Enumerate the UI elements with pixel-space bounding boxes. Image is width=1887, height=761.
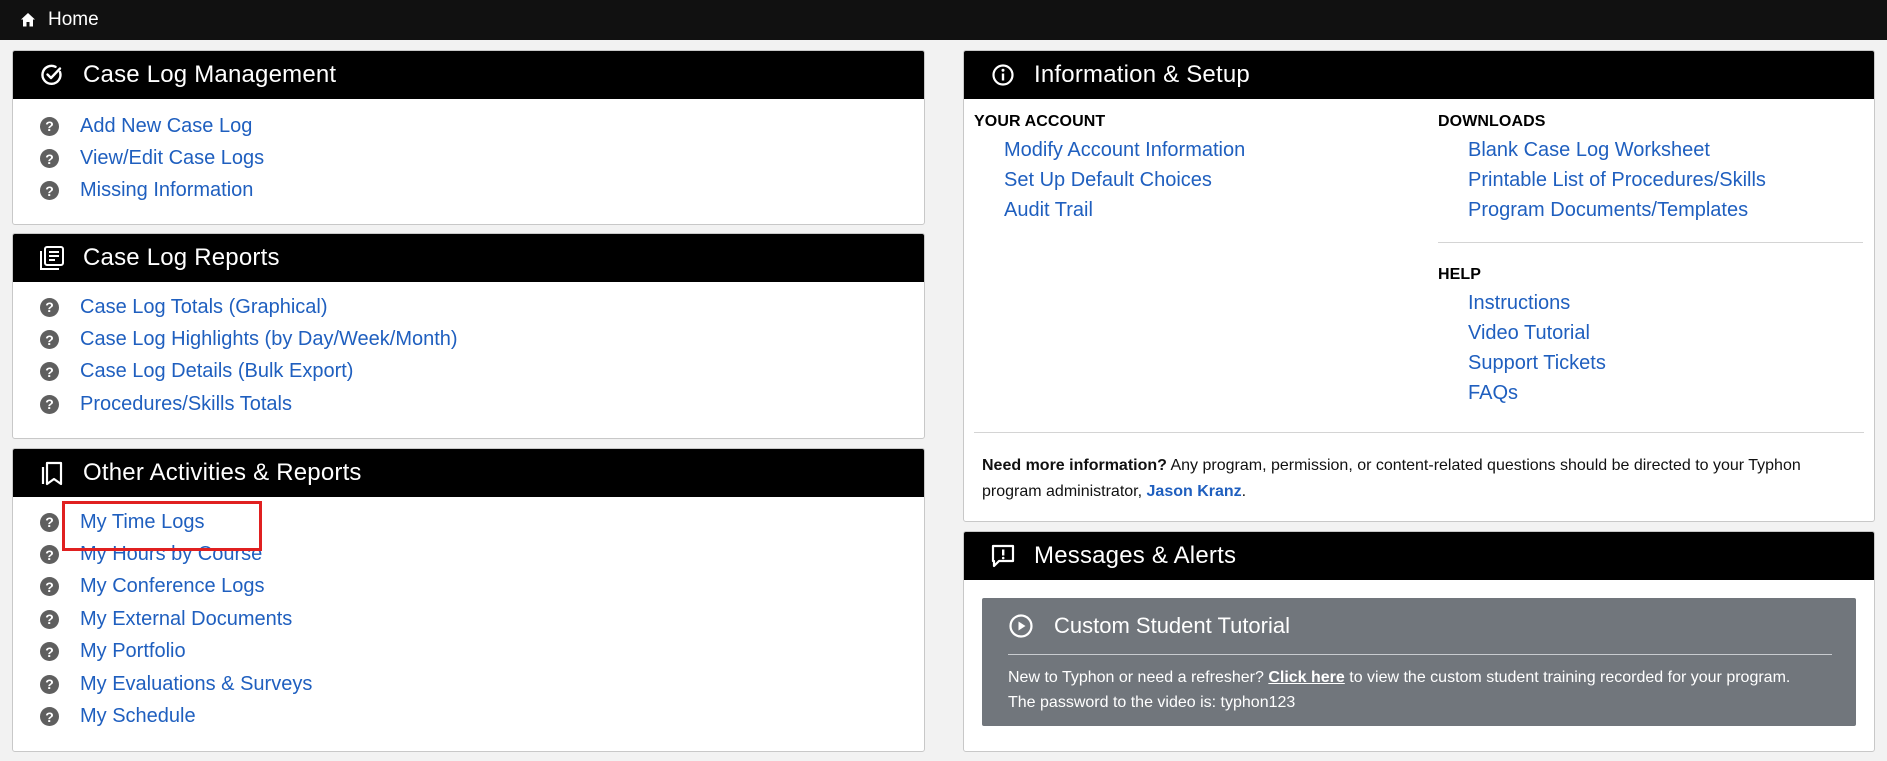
procedures-skills-totals-link[interactable]: Procedures/Skills Totals — [80, 393, 292, 416]
report-list-icon — [39, 245, 65, 271]
need-more-info-note: Need more information? Any program, perm… — [982, 453, 1862, 505]
list-item: ? My Conference Logs — [13, 571, 924, 603]
help-icon[interactable]: ? — [40, 181, 59, 201]
messages-alerts-header: Messages & Alerts — [964, 532, 1874, 580]
set-up-default-choices-link[interactable]: Set Up Default Choices — [1004, 165, 1245, 195]
case-log-management-list: ? Add New Case Log ? View/Edit Case Logs ?… — [13, 110, 924, 207]
case-log-reports-panel: Case Log Reports ? Case Log Totals (Graph… — [12, 233, 925, 439]
chat-alert-icon — [990, 543, 1016, 569]
card-title: Custom Student Tutorial — [1054, 613, 1291, 638]
messages-alerts-panel: Messages & Alerts Custom Student Tutoria… — [963, 531, 1875, 752]
case-log-management-panel: Case Log Management ? Add New Case Log ? V… — [12, 50, 925, 225]
play-circle-icon[interactable] — [1008, 613, 1034, 639]
audit-trail-link[interactable]: Audit Trail — [1004, 195, 1245, 225]
my-conference-logs-link[interactable]: My Conference Logs — [80, 575, 265, 598]
support-tickets-link[interactable]: Support Tickets — [1468, 348, 1606, 378]
video-password-text: The password to the video is: typhon123 — [1008, 694, 1296, 711]
help-icon[interactable]: ? — [40, 642, 59, 662]
help-label: HELP — [1438, 266, 1482, 283]
bookmarks-icon — [39, 460, 65, 486]
program-documents-templates-link[interactable]: Program Documents/Templates — [1468, 195, 1766, 225]
list-item: ? My Schedule — [13, 700, 924, 732]
divider — [974, 432, 1864, 433]
panel-title: Case Log Management — [83, 61, 337, 88]
information-setup-header: Information & Setup — [964, 51, 1874, 99]
modify-account-information-link[interactable]: Modify Account Information — [1004, 135, 1245, 165]
help-icon[interactable]: ? — [40, 512, 59, 532]
selection-highlight — [62, 501, 262, 551]
other-activities-header: Other Activities & Reports — [13, 449, 924, 497]
case-log-totals-link[interactable]: Case Log Totals (Graphical) — [80, 296, 328, 319]
list-item: ? View/Edit Case Logs — [13, 142, 924, 174]
info-circle-icon — [990, 62, 1016, 88]
note-text: . — [1241, 483, 1247, 500]
panel-title: Messages & Alerts — [1034, 542, 1237, 569]
custom-student-tutorial-card: Custom Student Tutorial New to Typhon or… — [982, 598, 1856, 726]
case-log-reports-header: Case Log Reports — [13, 234, 924, 282]
downloads-label: DOWNLOADS — [1438, 113, 1546, 130]
help-icon[interactable]: ? — [40, 577, 59, 597]
note-text: Any program, permission, or content-rela… — [1166, 457, 1801, 474]
help-icon[interactable]: ? — [40, 545, 59, 565]
help-icon[interactable]: ? — [40, 362, 59, 382]
help-icon[interactable]: ? — [40, 297, 59, 317]
panel-title: Information & Setup — [1034, 61, 1250, 88]
your-account-section: YOUR ACCOUNT Modify Account Information … — [974, 113, 1245, 225]
case-log-details-link[interactable]: Case Log Details (Bulk Export) — [80, 360, 353, 383]
printable-procedures-skills-link[interactable]: Printable List of Procedures/Skills — [1468, 165, 1766, 195]
help-icon[interactable]: ? — [40, 394, 59, 414]
list-item: ? Case Log Highlights (by Day/Week/Month) — [13, 323, 924, 355]
information-setup-panel: Information & Setup YOUR ACCOUNT Modify … — [963, 50, 1875, 522]
list-item: ? Add New Case Log — [13, 110, 924, 142]
case-log-management-header: Case Log Management — [13, 51, 924, 99]
list-item: ? My Evaluations & Surveys — [13, 668, 924, 700]
faqs-link[interactable]: FAQs — [1468, 378, 1606, 408]
help-icon[interactable]: ? — [40, 609, 59, 629]
top-nav-bar: Home — [0, 0, 1887, 40]
home-link[interactable]: Home — [48, 9, 99, 31]
view-edit-case-logs-link[interactable]: View/Edit Case Logs — [80, 147, 264, 170]
add-new-case-log-link[interactable]: Add New Case Log — [80, 115, 252, 138]
other-activities-panel: Other Activities & Reports ? My Time Logs… — [12, 448, 925, 752]
panel-title: Case Log Reports — [83, 244, 280, 271]
note-heading: Need more information? — [982, 457, 1167, 474]
click-here-link[interactable]: Click here — [1268, 669, 1344, 686]
missing-information-link[interactable]: Missing Information — [80, 179, 253, 202]
case-log-reports-list: ? Case Log Totals (Graphical) ? Case Log H… — [13, 291, 924, 421]
panel-title: Other Activities & Reports — [83, 459, 362, 486]
blank-case-log-worksheet-link[interactable]: Blank Case Log Worksheet — [1468, 135, 1766, 165]
downloads-section: DOWNLOADS Blank Case Log Worksheet Print… — [1438, 113, 1766, 225]
help-icon[interactable]: ? — [40, 674, 59, 694]
your-account-label: YOUR ACCOUNT — [974, 113, 1106, 130]
video-tutorial-link[interactable]: Video Tutorial — [1468, 318, 1606, 348]
help-section: HELP Instructions Video Tutorial Support… — [1438, 266, 1606, 408]
list-item: ? Case Log Totals (Graphical) — [13, 291, 924, 323]
administrator-link[interactable]: Jason Kranz — [1147, 483, 1242, 500]
card-body: New to Typhon or need a refresher? Click… — [982, 655, 1856, 715]
list-item: ? Procedures/Skills Totals — [13, 388, 924, 420]
help-icon[interactable]: ? — [40, 707, 59, 727]
home-icon[interactable] — [20, 12, 36, 28]
check-circle-icon — [39, 62, 65, 88]
my-external-documents-link[interactable]: My External Documents — [80, 608, 292, 631]
note-text: program administrator, — [982, 483, 1147, 500]
list-item: ? Case Log Details (Bulk Export) — [13, 356, 924, 388]
case-log-highlights-link[interactable]: Case Log Highlights (by Day/Week/Month) — [80, 328, 458, 351]
my-evaluations-surveys-link[interactable]: My Evaluations & Surveys — [80, 673, 312, 696]
divider — [1438, 242, 1863, 243]
my-portfolio-link[interactable]: My Portfolio — [80, 640, 186, 663]
instructions-link[interactable]: Instructions — [1468, 288, 1606, 318]
list-item: ? Missing Information — [13, 175, 924, 207]
help-icon[interactable]: ? — [40, 330, 59, 350]
list-item: ? My External Documents — [13, 603, 924, 635]
my-schedule-link[interactable]: My Schedule — [80, 705, 196, 728]
list-item: ? My Portfolio — [13, 636, 924, 668]
card-text: to view the custom student training reco… — [1344, 669, 1791, 686]
help-icon[interactable]: ? — [40, 149, 59, 169]
card-text: New to Typhon or need a refresher? — [1008, 669, 1269, 686]
help-icon[interactable]: ? — [40, 116, 59, 136]
